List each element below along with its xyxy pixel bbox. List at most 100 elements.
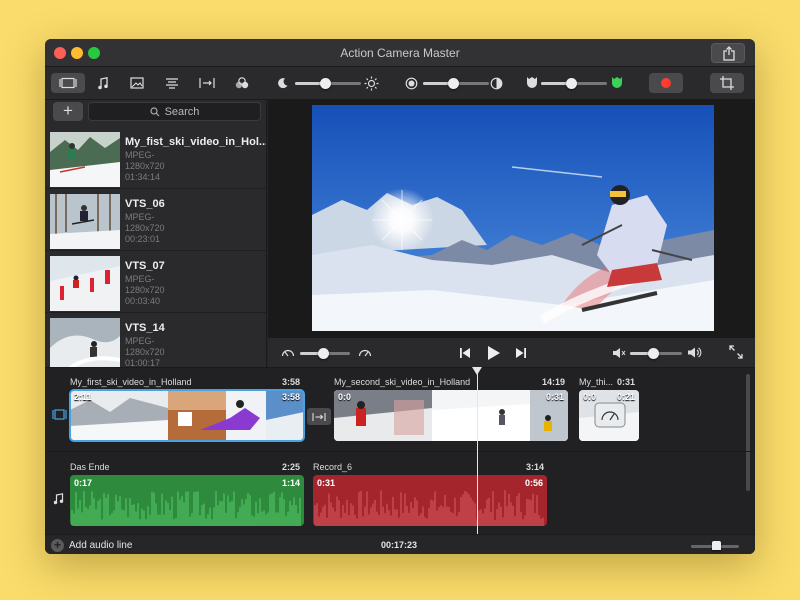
tab-video[interactable] [51,73,85,93]
search-placeholder: Search [164,105,200,118]
media-name: VTS_06 [125,198,165,210]
timeline[interactable]: My_first_ski_video_in_Holland 3:58 2:11 … [45,367,755,554]
clip-title: My_second_ski_video_in_Holland [334,377,471,387]
audio-in-time: 0:31 [317,478,336,488]
media-item[interactable]: VTS_06 MPEG- 1280x720 00:23:01 [45,190,266,251]
clip-out-time: 0:31 [545,392,564,402]
music-note-icon [98,76,108,89]
contrast-slider[interactable] [423,78,489,89]
clip-title: My_thi... [579,377,614,387]
timeline-zoom-slider[interactable] [691,541,739,550]
timeline-footer: + Add audio line 00:17:23 [45,534,755,554]
brightness-slider[interactable] [295,78,361,89]
expand-icon [729,345,743,359]
audio-clip[interactable]: 0:31 0:56 [313,475,547,526]
saturation-low-icon [525,75,539,90]
record-icon [661,78,671,88]
contrast-low-icon [404,76,418,90]
volume-high-icon [686,345,702,360]
fast-speed-icon [357,345,372,360]
media-meta: MPEG- 1280x720 01:34:14 [125,150,165,182]
video-clip[interactable]: 2:11 3:58 [69,389,305,442]
slow-speed-icon [280,345,295,360]
transport-bar [268,338,755,367]
video-preview[interactable] [312,105,714,331]
volume-slider[interactable] [630,348,682,359]
media-name: My_fist_ski_video_in_Hol... [125,136,267,148]
search-field[interactable]: Search [88,102,261,121]
add-audio-line-label: Add audio line [69,540,133,551]
mute-icon [612,346,626,360]
audio-clip[interactable]: 0:17 1:14 [70,475,304,526]
playhead[interactable] [477,368,478,534]
zoom-slider-knob[interactable] [712,541,722,550]
speed-slider-knob[interactable] [317,348,329,359]
audio-title: Das Ende [70,462,110,472]
media-item[interactable]: VTS_07 MPEG- 1280x720 00:03:40 [45,252,266,313]
media-meta: MPEG- 1280x720 01:00:17 [125,336,165,367]
clip-out-time: 0:21 [616,392,635,402]
tab-titles[interactable] [155,73,189,93]
crop-button[interactable] [710,73,744,93]
audio-in-time: 0:17 [74,478,93,488]
play-button[interactable] [486,344,502,362]
playhead-handle[interactable] [472,367,482,375]
share-icon [723,46,735,61]
clip-in-time: 0:0 [338,392,352,402]
media-item[interactable]: My_fist_ski_video_in_Hol... MPEG- 1280x72… [45,128,267,189]
contrast-slider-knob[interactable] [447,78,459,89]
saturation-slider[interactable] [541,78,607,89]
media-name: VTS_14 [125,322,165,334]
media-item[interactable]: VTS_14 MPEG- 1280x720 01:00:17 [45,314,266,367]
fullscreen-button[interactable] [728,344,744,360]
skip-forward-icon [516,348,526,358]
skip-back-icon [460,348,470,358]
media-browser: + Search My_fist_ski_video_in_Hol... MPE… [45,100,267,367]
timeline-scrollbar[interactable] [746,374,750,491]
saturation-slider-knob[interactable] [565,78,577,89]
record-button[interactable] [649,73,683,93]
clip-duration: 14:19 [542,377,566,387]
speed-slider[interactable] [300,348,350,359]
tab-music[interactable] [86,73,120,93]
media-meta: MPEG- 1280x720 00:03:40 [125,274,165,306]
total-duration: 00:17:23 [381,540,418,550]
audio-out-time: 0:56 [524,478,543,488]
window-title: Action Camera Master [340,46,460,60]
sun-icon [363,75,379,91]
clip-duration: 0:31 [617,377,636,387]
clip-duration: 3:58 [282,377,301,387]
tab-photo[interactable] [120,73,154,93]
tab-transitions[interactable] [190,73,224,93]
volume-slider-knob[interactable] [648,348,660,359]
previous-button[interactable] [458,346,472,360]
brightness-slider-knob[interactable] [319,78,331,89]
video-track-icon [51,407,67,421]
audio-out-time: 1:14 [281,478,300,488]
clip-in-time: 2:11 [74,392,92,402]
transition-button[interactable] [307,408,331,425]
video-viewer[interactable] [268,100,755,338]
video-clip[interactable]: 0:0 0:31 [334,390,568,441]
moon-icon [277,76,289,90]
film-icon [59,77,77,89]
add-audio-line-button[interactable]: + Add audio line [51,539,132,552]
tab-effects[interactable] [225,73,259,93]
add-media-button[interactable]: + [53,102,83,121]
saturation-high-icon [610,75,624,90]
next-button[interactable] [514,346,528,360]
video-clip[interactable]: 0:0 0:21 [579,390,639,441]
clip-in-time: 0:0 [583,392,597,402]
toolbar [45,67,755,100]
audio-duration: 2:25 [282,462,301,472]
track-separator [45,451,755,452]
audio-duration: 3:14 [526,462,545,472]
image-icon [130,77,144,89]
play-icon [488,346,500,360]
media-thumbnail [50,256,120,311]
crop-icon [720,76,734,90]
media-thumbnail [50,132,120,187]
share-button[interactable] [711,43,745,63]
audio-title: Record_6 [313,462,353,472]
add-icon: + [51,539,64,552]
